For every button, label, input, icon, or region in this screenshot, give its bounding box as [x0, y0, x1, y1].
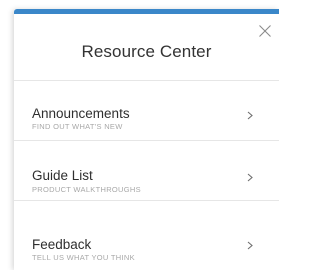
screen: Resource Center Announcements FIND OUT W… — [0, 0, 279, 270]
close-button[interactable] — [258, 24, 272, 38]
menu-item-subtitle: PRODUCT WALKTHROUGHS — [32, 185, 141, 194]
menu-item-label: Feedback — [32, 237, 92, 252]
menu-item-label: Guide List — [32, 168, 93, 183]
menu-item-label: Announcements — [32, 106, 130, 121]
menu-item-feedback[interactable]: Feedback TELL US WHAT YOU THINK — [14, 201, 279, 270]
chevron-right-icon — [247, 173, 253, 182]
menu-item-guide-list[interactable]: Guide List PRODUCT WALKTHROUGHS — [14, 141, 279, 201]
resource-center-panel: Resource Center Announcements FIND OUT W… — [14, 9, 279, 270]
close-icon — [258, 24, 272, 38]
menu-item-subtitle: TELL US WHAT YOU THINK — [32, 253, 135, 262]
menu-item-announcements[interactable]: Announcements FIND OUT WHAT'S NEW — [14, 81, 279, 141]
panel-header: Resource Center — [14, 14, 279, 81]
panel-title: Resource Center — [81, 42, 212, 61]
chevron-right-icon — [247, 111, 253, 120]
menu-item-subtitle: FIND OUT WHAT'S NEW — [32, 122, 123, 131]
chevron-right-icon — [247, 241, 253, 250]
